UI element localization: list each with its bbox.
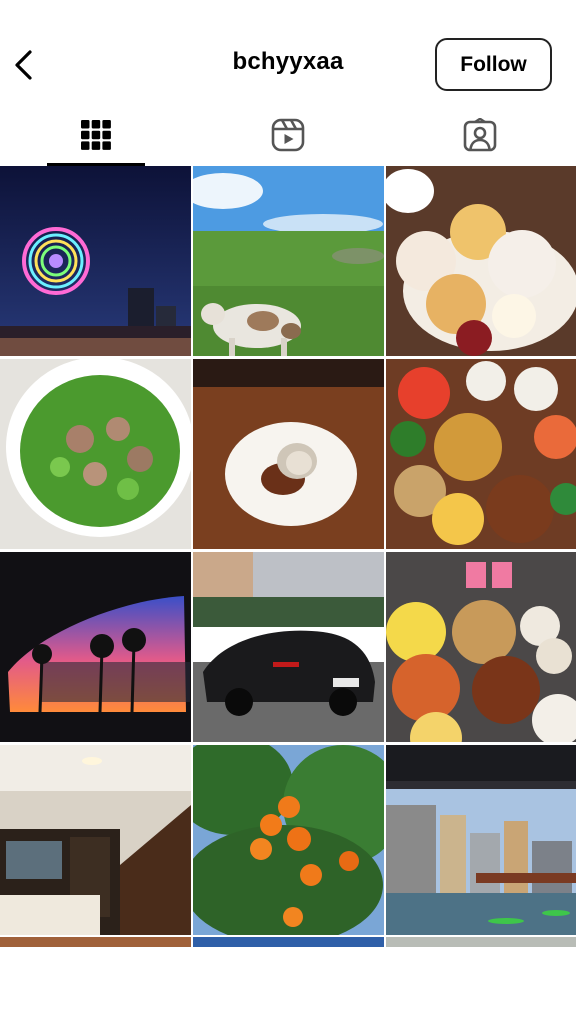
post-scones-and-cream[interactable] [386, 166, 576, 356]
post-dinner-table-spread[interactable] [386, 552, 576, 742]
post-black-sports-car[interactable] [193, 552, 384, 742]
reels-icon [271, 118, 305, 152]
post-partial-2[interactable] [193, 937, 384, 947]
post-clam-dish[interactable] [193, 359, 384, 549]
post-partial-3[interactable] [386, 937, 576, 947]
post-minced-meat-greens-bowl[interactable] [0, 359, 191, 549]
chevron-left-icon [15, 50, 32, 80]
post-partial-1[interactable] [0, 937, 191, 947]
post-ferris-wheel-night[interactable] [0, 166, 191, 356]
back-button[interactable] [8, 44, 40, 86]
follow-button[interactable]: Follow [435, 38, 552, 91]
tagged-person-icon [463, 118, 497, 152]
post-river-kayaks-city[interactable] [386, 745, 576, 935]
post-banquet-table-dishes[interactable] [386, 359, 576, 549]
tab-tagged[interactable] [384, 104, 576, 166]
grid-icon [81, 120, 111, 150]
tab-reels[interactable] [192, 104, 384, 166]
post-sunset-through-car-window[interactable] [0, 552, 191, 742]
profile-header: bchyyxaa Follow [0, 0, 576, 104]
post-living-room-staircase[interactable] [0, 745, 191, 935]
post-cow-on-green-hill[interactable] [193, 166, 384, 356]
profile-tabs [0, 104, 576, 166]
tab-posts[interactable] [0, 104, 192, 166]
post-tangerine-tree[interactable] [193, 745, 384, 935]
